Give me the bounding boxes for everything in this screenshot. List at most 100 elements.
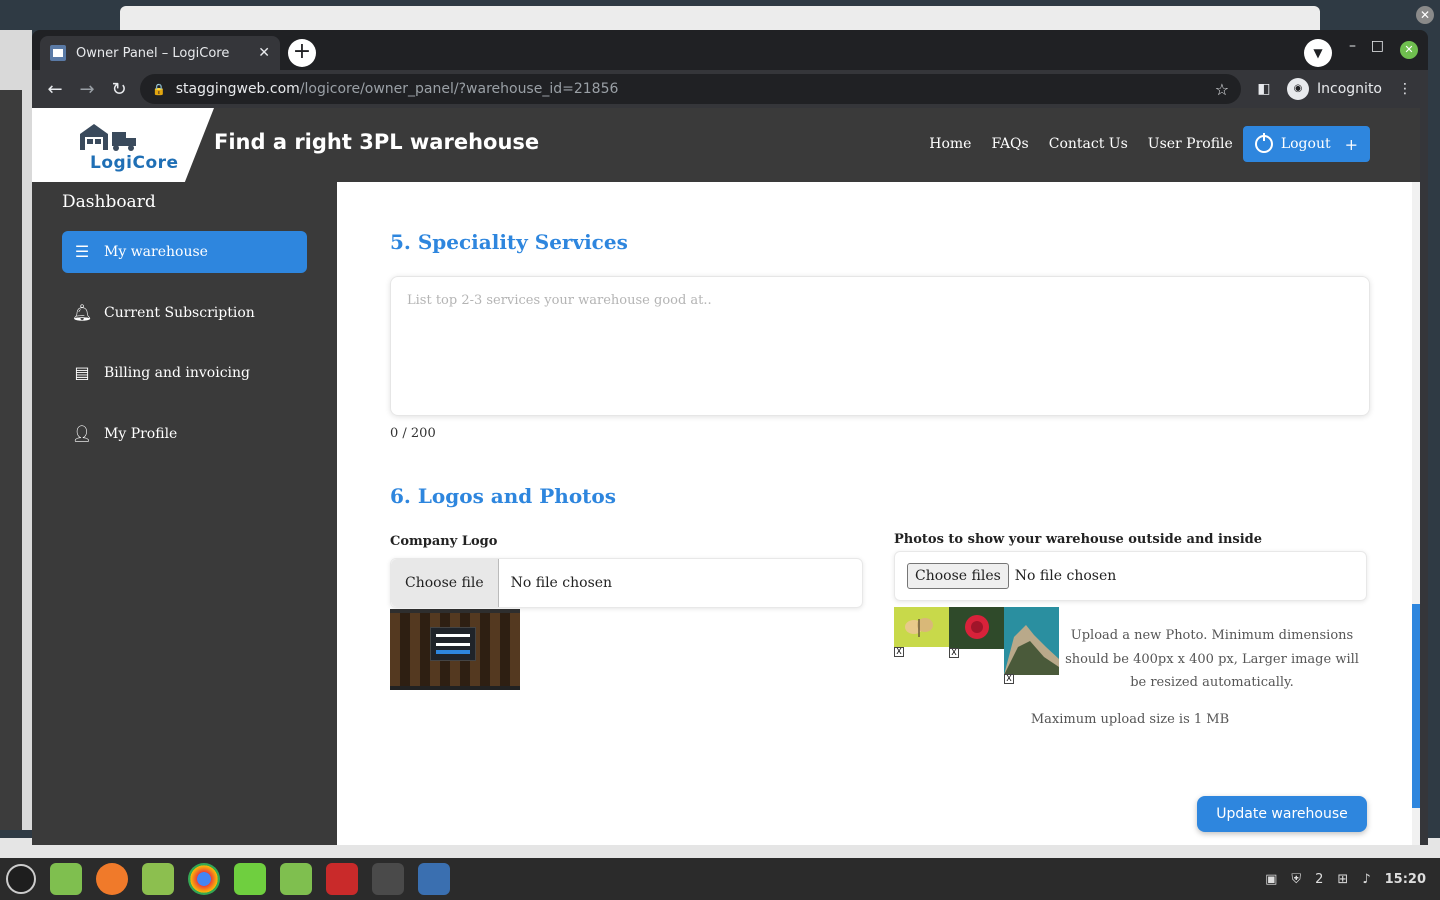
section-title-speciality-services: 5. Speciality Services [390,230,628,254]
browser-window: Owner Panel – LogiCore ✕ + ▼ – □ ✕ ← → ↻… [32,30,1428,845]
background-close-icon[interactable]: ✕ [1416,6,1434,24]
receipt-icon: ▤ [74,363,90,382]
company-logo-file-input[interactable]: Choose file No file chosen [390,558,863,608]
clipboard-icon[interactable]: ▣ [1265,872,1277,887]
bookmark-star-icon[interactable]: ☆ [1215,80,1229,99]
remove-photo-icon[interactable]: X [1004,674,1014,684]
nav-user-profile[interactable]: User Profile [1148,136,1233,152]
url-host: staggingweb.com [175,81,300,97]
speciality-services-textarea[interactable]: List top 2-3 services your warehouse goo… [390,276,1370,416]
scrollbar-thumb[interactable] [1412,604,1420,808]
web-page: LogiCore Find a right 3PL warehouse Home… [32,108,1420,845]
incognito-label: Incognito [1317,81,1382,97]
character-counter: 0 / 200 [390,426,436,441]
sidebar-item-current-subscription[interactable]: 🔔︎ Current Subscription [62,292,307,334]
bell-icon: 🔔︎ [71,303,93,322]
choose-file-button[interactable]: Choose file [391,559,499,607]
system-tray: ▣ ⛨ 2 ⊞ ♪ 15:20 [1265,858,1440,900]
clock[interactable]: 15:20 [1385,872,1426,887]
minimize-icon[interactable]: – [1349,38,1356,54]
files-app-icon[interactable] [50,863,82,895]
sidebar-item-label: My warehouse [104,244,208,260]
browser-toolbar: ← → ↻ 🔒 staggingweb.com/logicore/owner_p… [32,70,1428,108]
nav-contact-us[interactable]: Contact Us [1049,136,1128,152]
site-header: LogiCore Find a right 3PL warehouse Home… [32,108,1420,182]
network-icon[interactable]: ⊞ [1337,872,1348,887]
upwork-app-icon[interactable] [234,863,266,895]
photo-thumbnail: X [949,607,1004,658]
main-content: 5. Speciality Services List top 2-3 serv… [337,182,1420,845]
upload-note: Upload a new Photo. Minimum dimensions s… [1065,628,1359,690]
sublime-app-icon[interactable] [372,863,404,895]
shield-icon[interactable]: ⛨ [1291,872,1301,887]
flower-photo [949,607,1004,649]
start-menu-icon[interactable] [6,864,36,894]
tab-title: Owner Panel – LogiCore [76,45,230,61]
photos-label: Photos to show your warehouse outside an… [894,532,1263,547]
forward-icon[interactable]: → [72,74,102,104]
nav-faqs[interactable]: FAQs [991,136,1028,152]
maximize-icon[interactable]: □ [1371,38,1384,54]
incognito-indicator[interactable]: ◉ Incognito [1287,78,1382,100]
browser-tab[interactable]: Owner Panel – LogiCore ✕ [40,36,280,70]
screenshot-app-icon[interactable] [418,863,450,895]
page-scrollbar[interactable] [1412,182,1420,845]
photos-status: No file chosen [1014,568,1117,584]
notification-count[interactable]: 2 [1315,872,1323,887]
butterfly-photo [894,607,949,647]
sidebar-item-billing-and-invoicing[interactable]: ▤ Billing and invoicing [62,352,307,394]
window-close-icon[interactable]: ✕ [1400,41,1418,59]
back-icon[interactable]: ← [40,74,70,104]
user-icon: 👤︎ [71,424,93,443]
filezilla-app-icon[interactable] [326,863,358,895]
sidebar-item-my-warehouse[interactable]: ☰ My warehouse [62,231,307,273]
background-panel [0,30,32,830]
company-logo-status: No file chosen [510,575,613,591]
choose-files-button[interactable]: Choose files [907,563,1009,589]
lock-icon: 🔒 [152,82,166,96]
main-nav: Home FAQs Contact Us User Profile Logout… [909,126,1370,162]
reload-icon[interactable]: ↻ [104,74,134,104]
taskbar: ▣ ⛨ 2 ⊞ ♪ 15:20 [0,858,1440,900]
photo-thumbnail: X [1004,607,1059,684]
sidebar-item-my-profile[interactable]: 👤︎ My Profile [62,413,307,455]
site-tagline: Find a right 3PL warehouse [214,130,540,154]
address-bar[interactable]: 🔒 staggingweb.com/logicore/owner_panel/?… [140,74,1242,104]
logo[interactable]: LogiCore [32,108,214,182]
logout-button[interactable]: Logout + [1242,126,1370,162]
photo-thumbnail: X [894,607,949,657]
list-icon: ☰ [74,242,90,261]
sidebar-title: Dashboard [62,192,156,212]
url-path: /logicore/owner_panel/?warehouse_id=2185… [299,81,619,97]
firefox-app-icon[interactable] [96,863,128,895]
folder-app-icon[interactable] [142,863,174,895]
coastline-photo [1004,607,1059,675]
warehouse-truck-icon [80,124,136,151]
update-warehouse-button[interactable]: Update warehouse [1197,796,1367,832]
company-logo-label: Company Logo [390,534,498,549]
volume-icon[interactable]: ♪ [1362,872,1370,887]
site-favicon-icon [50,45,66,61]
sidebar-item-label: Billing and invoicing [104,365,251,381]
new-tab-button[interactable]: + [288,39,316,67]
browser-menu-icon[interactable]: ⋮ [1390,81,1420,97]
chrome-app-icon[interactable] [188,863,220,895]
mint-app-icon[interactable] [280,863,312,895]
sidebar-item-label: Current Subscription [104,305,255,321]
max-upload-note: Maximum upload size is 1 MB [1030,712,1230,727]
tab-search-icon[interactable]: ▼ [1304,39,1332,67]
nav-home[interactable]: Home [929,136,971,152]
logout-label: Logout [1280,136,1331,152]
brand-name: LogiCore [90,153,179,173]
power-icon [1254,133,1273,153]
remove-photo-icon[interactable]: X [949,648,959,658]
sidebar: Dashboard ☰ My warehouse 🔔︎ Current Subs… [32,182,337,845]
remove-photo-icon[interactable]: X [894,647,904,657]
section-title-logos-and-photos: 6. Logos and Photos [390,484,616,508]
tab-close-icon[interactable]: ✕ [258,45,270,61]
photos-file-input[interactable]: Choose files No file chosen [894,551,1367,601]
plus-icon: + [1344,134,1358,154]
sidebar-item-label: My Profile [104,426,178,442]
side-panel-icon[interactable]: ◧ [1249,81,1279,97]
company-logo-thumbnail [390,609,520,690]
